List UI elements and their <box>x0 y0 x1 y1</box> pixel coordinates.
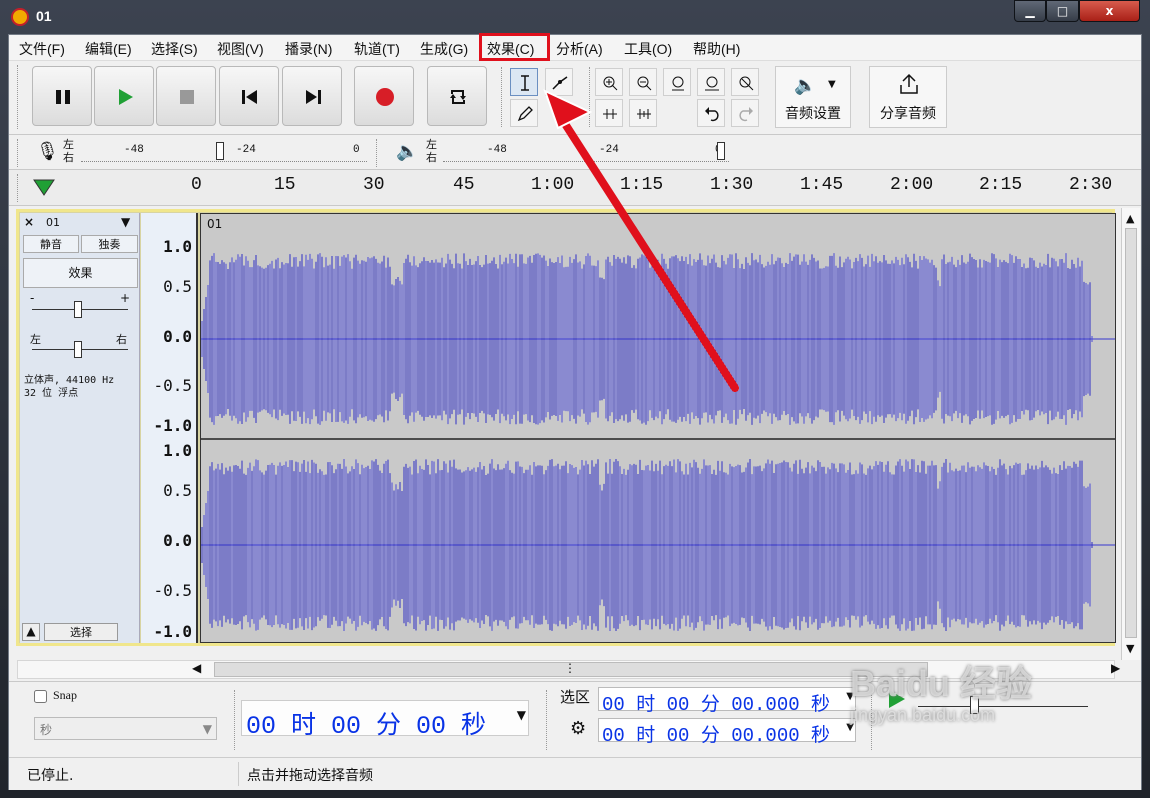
app-window: 01 ▁ □ x 文件(F) 编辑(E) 选择(S) 视图(V) 播录(N) 轨… <box>0 0 1150 798</box>
watermark-url: jingyan.baidu.com <box>850 705 996 725</box>
watermark-logo: Baidu 经验 <box>850 663 1033 704</box>
watermark: Baidu 经验 jingyan.baidu.com <box>850 655 1032 726</box>
